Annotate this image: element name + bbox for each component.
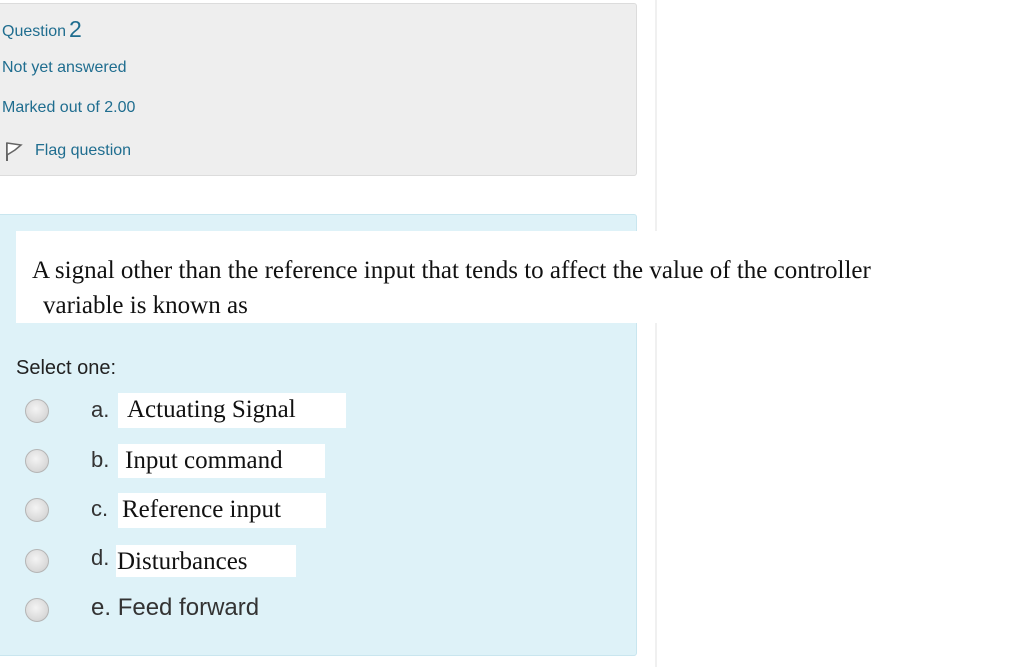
option-letter-d: d.: [91, 545, 110, 570]
option-letter-e: e.: [91, 594, 112, 621]
radio-button-c[interactable]: [25, 498, 49, 522]
option-text-b[interactable]: Input command: [118, 444, 325, 478]
option-text-c[interactable]: Reference input: [118, 493, 326, 528]
flag-question-label: Flag question: [35, 142, 132, 159]
question-text-line-2: variable is known as: [43, 292, 248, 319]
option-letter-c: c.: [91, 496, 109, 521]
option-text-d[interactable]: Disturbances: [116, 545, 296, 577]
question-state: Not yet answered: [2, 59, 127, 76]
radio-button-a[interactable]: [25, 399, 49, 423]
option-letter-b: b.: [91, 447, 110, 472]
question-text: A signal other than the reference input …: [16, 231, 1012, 323]
question-number: Question 2: [2, 16, 82, 43]
option-text-a[interactable]: Actuating Signal: [118, 393, 346, 428]
option-text-e[interactable]: e. Feed forward: [91, 594, 259, 622]
radio-button-b[interactable]: [25, 449, 49, 473]
radio-button-d[interactable]: [25, 549, 49, 573]
column-divider: [655, 0, 657, 667]
flag-icon: [6, 142, 23, 161]
radio-button-e[interactable]: [25, 598, 49, 622]
question-info-panel: Question 2 Not yet answered Marked out of…: [0, 3, 637, 176]
flag-question-link[interactable]: Flag question: [4, 140, 131, 162]
question-grade: Marked out of 2.00: [2, 99, 136, 116]
option-letter-a: a.: [91, 397, 110, 422]
select-one-prompt: Select one:: [16, 357, 117, 379]
question-text-line-1: A signal other than the reference input …: [32, 257, 871, 284]
question-number-value: 2: [69, 16, 82, 42]
option-label-e: Feed forward: [117, 594, 260, 621]
question-label: Question: [2, 23, 67, 40]
